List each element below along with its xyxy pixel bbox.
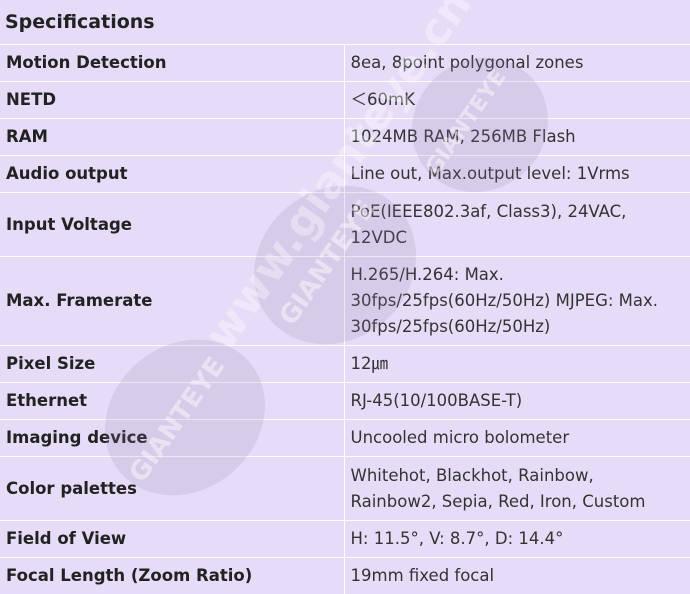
spec-key: Ethernet	[0, 383, 344, 420]
section-header: Specifications	[0, 0, 690, 44]
spec-key: Imaging device	[0, 420, 344, 457]
spec-row: Imaging deviceUncooled micro bolometer	[0, 420, 690, 457]
spec-value: 12㎛	[344, 346, 690, 383]
spec-key: Max. Framerate	[0, 257, 344, 346]
section-title: Specifications	[5, 11, 155, 33]
spec-table-body: Motion Detection8ea, 8point polygonal zo…	[0, 45, 690, 594]
spec-row: NETD＜60mK	[0, 82, 690, 119]
spec-row: Pixel Size12㎛	[0, 346, 690, 383]
spec-key: Color palettes	[0, 457, 344, 521]
spec-value: 19mm fixed focal	[344, 558, 690, 594]
spec-value: 8ea, 8point polygonal zones	[344, 45, 690, 82]
spec-value: ＜60mK	[344, 82, 690, 119]
spec-table: Motion Detection8ea, 8point polygonal zo…	[0, 44, 690, 594]
spec-key: NETD	[0, 82, 344, 119]
spec-key: RAM	[0, 119, 344, 156]
spec-value: Uncooled micro bolometer	[344, 420, 690, 457]
spec-key: Motion Detection	[0, 45, 344, 82]
spec-value: H: 11.5°, V: 8.7°, D: 14.4°	[344, 521, 690, 558]
spec-row: EthernetRJ-45(10/100BASE-T)	[0, 383, 690, 420]
spec-row: Audio outputLine out, Max.output level: …	[0, 156, 690, 193]
spec-row: Max. FramerateH.265/H.264: Max. 30fps/25…	[0, 257, 690, 346]
spec-row: RAM1024MB RAM, 256MB Flash	[0, 119, 690, 156]
spec-value: PoE(IEEE802.3af, Class3), 24VAC, 12VDC	[344, 193, 690, 257]
spec-value: RJ-45(10/100BASE-T)	[344, 383, 690, 420]
spec-key: Field of View	[0, 521, 344, 558]
spec-value: H.265/H.264: Max. 30fps/25fps(60Hz/50Hz)…	[344, 257, 690, 346]
spec-key: Input Voltage	[0, 193, 344, 257]
spec-row: Focal Length (Zoom Ratio)19mm fixed foca…	[0, 558, 690, 594]
spec-row: Motion Detection8ea, 8point polygonal zo…	[0, 45, 690, 82]
spec-value: 1024MB RAM, 256MB Flash	[344, 119, 690, 156]
spec-page: Specifications Motion Detection8ea, 8poi…	[0, 0, 690, 594]
spec-key: Audio output	[0, 156, 344, 193]
spec-value: Whitehot, Blackhot, Rainbow, Rainbow2, S…	[344, 457, 690, 521]
spec-key: Pixel Size	[0, 346, 344, 383]
spec-key: Focal Length (Zoom Ratio)	[0, 558, 344, 594]
spec-row: Field of ViewH: 11.5°, V: 8.7°, D: 14.4°	[0, 521, 690, 558]
spec-row: Color palettesWhitehot, Blackhot, Rainbo…	[0, 457, 690, 521]
spec-value: Line out, Max.output level: 1Vrms	[344, 156, 690, 193]
spec-row: Input VoltagePoE(IEEE802.3af, Class3), 2…	[0, 193, 690, 257]
